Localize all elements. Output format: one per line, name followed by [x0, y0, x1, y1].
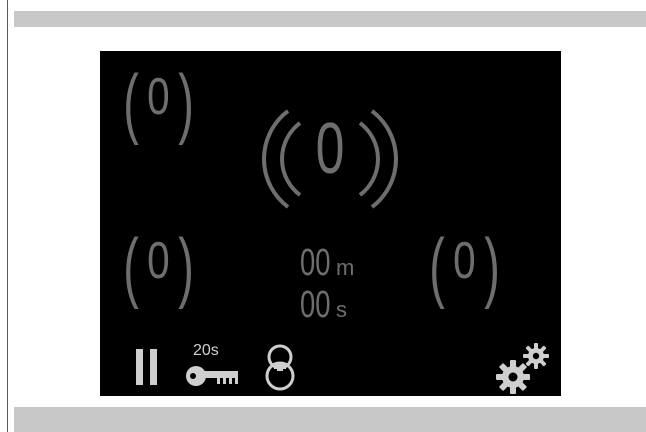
device-screen: (0) 0 (0) 00 m 00 s (0) 20s	[100, 51, 561, 396]
left-border-line	[7, 0, 8, 432]
key-lock-button[interactable]: 20s	[185, 342, 241, 394]
counter-value: 0	[147, 68, 170, 126]
settings-gears-icon[interactable]	[494, 341, 554, 395]
counter-value: 0	[147, 232, 170, 290]
timer-seconds-unit: s	[336, 297, 347, 322]
close-paren: )	[178, 58, 194, 146]
timer-minutes-row: 00 m	[300, 244, 354, 282]
key-icon	[186, 366, 238, 386]
timer-minutes-unit: m	[336, 255, 355, 280]
close-paren: )	[484, 222, 500, 310]
counter-bottom-left: (0)	[118, 227, 199, 305]
counter-top-left: (0)	[118, 63, 199, 141]
counter-bottom-right: (0)	[424, 227, 505, 305]
top-frame-band	[14, 11, 646, 27]
timer-seconds: 00	[300, 284, 331, 326]
timer-minutes: 00	[300, 242, 331, 284]
lock-icon[interactable]	[262, 343, 298, 393]
pause-icon	[136, 349, 143, 385]
pause-button[interactable]	[136, 349, 158, 385]
open-paren: (	[123, 58, 139, 146]
key-delay-label: 20s	[193, 342, 219, 359]
close-paren: )	[178, 222, 194, 310]
elapsed-timer: 00 m 00 s	[300, 244, 354, 324]
open-paren: (	[123, 222, 139, 310]
counter-value: 0	[453, 232, 476, 290]
counter-center-broadcast: 0	[260, 89, 400, 219]
timer-seconds-row: 00 s	[300, 286, 354, 324]
bottom-frame-band	[14, 407, 646, 432]
open-paren: (	[429, 222, 445, 310]
counter-value: 0	[315, 109, 345, 189]
